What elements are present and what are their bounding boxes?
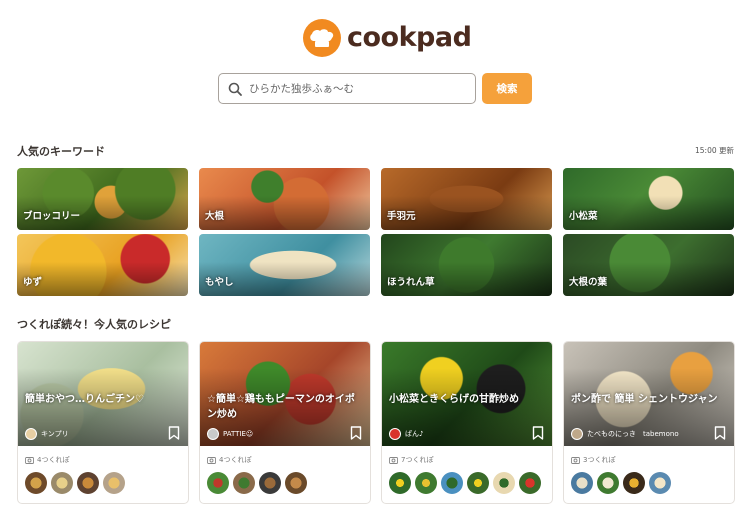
tsukurepo-thumbnail[interactable]: [441, 472, 463, 494]
recipe-image: 小松菜ときくらげの甘酢炒め ぱん♪: [382, 342, 552, 446]
tsukurepo-thumbnail[interactable]: [571, 472, 593, 494]
recipe-author[interactable]: キンプリ: [25, 428, 69, 440]
recipe-image: ポン酢で 簡単 シェントウジャン たべものにっき tabemono: [564, 342, 734, 446]
cookpad-logo[interactable]: cookpad: [303, 19, 472, 57]
search-box[interactable]: [218, 73, 476, 104]
popular-recipes-title: つくれぽ続々！今人気のレシピ: [17, 318, 171, 331]
tsukurepo-count: 7つくれぽ: [389, 455, 433, 465]
tsukurepo-count: 4つくれぽ: [207, 455, 251, 465]
avatar: [389, 428, 401, 440]
keyword-label: ブロッコリー: [23, 211, 81, 222]
keyword-tile-tebamoto[interactable]: 手羽元: [381, 168, 552, 230]
bookmark-icon[interactable]: [350, 426, 362, 440]
keyword-label: ほうれん草: [387, 277, 435, 288]
keyword-tile-daikon-leaves[interactable]: 大根の葉: [563, 234, 734, 296]
recipe-author[interactable]: ぱん♪: [389, 428, 423, 440]
tsukurepo-thumbnails: [25, 472, 129, 494]
tsukurepo-thumbnail[interactable]: [103, 472, 125, 494]
keyword-tile-daikon[interactable]: 大根: [199, 168, 370, 230]
camera-icon: [571, 457, 580, 464]
search-icon: [228, 82, 242, 96]
tsukurepo-thumbnail[interactable]: [77, 472, 99, 494]
tsukurepo-thumbnail[interactable]: [519, 472, 541, 494]
keyword-tile-komatsuna[interactable]: 小松菜: [563, 168, 734, 230]
recipe-card[interactable]: 簡単おやつ…りんごチン♡ キンプリ 4つくれぽ: [17, 341, 189, 504]
tsukurepo-count: 4つくれぽ: [25, 455, 69, 465]
tsukurepo-thumbnail[interactable]: [597, 472, 619, 494]
tsukurepo-label: 4つくれぽ: [37, 456, 70, 464]
avatar: [571, 428, 583, 440]
logo-text: cookpad: [347, 22, 472, 53]
keyword-tile-moyashi[interactable]: もやし: [199, 234, 370, 296]
tsukurepo-label: 3つくれぽ: [583, 456, 616, 464]
camera-icon: [389, 457, 398, 464]
keyword-label: 大根: [205, 211, 225, 222]
author-name: たべものにっき tabemono: [587, 430, 679, 438]
keyword-label: もやし: [205, 277, 234, 288]
tsukurepo-thumbnail[interactable]: [207, 472, 229, 494]
tsukurepo-thumbnails: [571, 472, 675, 494]
tsukurepo-thumbnails: [207, 472, 311, 494]
recipe-author[interactable]: たべものにっき tabemono: [571, 428, 679, 440]
keyword-label: ゆず: [23, 277, 43, 288]
avatar: [207, 428, 219, 440]
bookmark-icon[interactable]: [168, 426, 180, 440]
recipe-card[interactable]: 小松菜ときくらげの甘酢炒め ぱん♪ 7つくれぽ: [381, 341, 553, 504]
recipe-card-row: 簡単おやつ…りんごチン♡ キンプリ 4つくれぽ ☆簡単☆鶏ももピーマンのオイポン…: [17, 341, 735, 504]
tsukurepo-thumbnail[interactable]: [259, 472, 281, 494]
keyword-label: 大根の葉: [569, 277, 608, 288]
recipe-title: ☆簡単☆鶏ももピーマンのオイポン炒め: [207, 394, 355, 420]
keyword-tile-yuzu[interactable]: ゆず: [17, 234, 188, 296]
search-button[interactable]: 検索: [482, 73, 532, 104]
tsukurepo-thumbnail[interactable]: [25, 472, 47, 494]
recipe-author[interactable]: PATTIE☺: [207, 428, 253, 440]
keyword-label: 手羽元: [387, 211, 416, 222]
keyword-tile-broccoli[interactable]: ブロッコリー: [17, 168, 188, 230]
recipe-image: 簡単おやつ…りんごチン♡ キンプリ: [18, 342, 188, 446]
recipe-card[interactable]: ポン酢で 簡単 シェントウジャン たべものにっき tabemono 3つくれぽ: [563, 341, 735, 504]
tsukurepo-thumbnails: [389, 472, 545, 494]
author-name: キンプリ: [41, 430, 69, 438]
tsukurepo-thumbnail[interactable]: [649, 472, 671, 494]
keyword-label: 小松菜: [569, 211, 598, 222]
search-input[interactable]: [249, 82, 469, 95]
tsukurepo-thumbnail[interactable]: [467, 472, 489, 494]
recipe-card[interactable]: ☆簡単☆鶏ももピーマンのオイポン炒め PATTIE☺ 4つくれぽ: [199, 341, 371, 504]
tsukurepo-label: 4つくれぽ: [219, 456, 252, 464]
tsukurepo-count: 3つくれぽ: [571, 455, 615, 465]
tsukurepo-thumbnail[interactable]: [493, 472, 515, 494]
camera-icon: [207, 457, 216, 464]
popular-keywords-title: 人気のキーワード: [17, 145, 105, 158]
author-name: PATTIE☺: [223, 430, 254, 438]
keyword-tile-horenso[interactable]: ほうれん草: [381, 234, 552, 296]
tsukurepo-thumbnail[interactable]: [233, 472, 255, 494]
recipe-image: ☆簡単☆鶏ももピーマンのオイポン炒め PATTIE☺: [200, 342, 370, 446]
recipe-title: ポン酢で 簡単 シェントウジャン: [571, 394, 718, 405]
tsukurepo-thumbnail[interactable]: [285, 472, 307, 494]
avatar: [25, 428, 37, 440]
tsukurepo-thumbnail[interactable]: [51, 472, 73, 494]
tsukurepo-thumbnail[interactable]: [415, 472, 437, 494]
chef-hat-icon: [303, 19, 341, 57]
tsukurepo-label: 7つくれぽ: [401, 456, 434, 464]
author-name: ぱん♪: [405, 430, 424, 438]
recipe-title: 簡単おやつ…りんごチン♡: [25, 394, 144, 405]
keyword-grid: ブロッコリー 大根 手羽元 小松菜 ゆず もやし ほうれん草 大根の葉: [17, 168, 735, 296]
bookmark-icon[interactable]: [714, 426, 726, 440]
recipe-title: 小松菜ときくらげの甘酢炒め: [389, 394, 519, 405]
tsukurepo-thumbnail[interactable]: [623, 472, 645, 494]
camera-icon: [25, 457, 34, 464]
update-time: 15:00 更新: [695, 146, 734, 155]
tsukurepo-thumbnail[interactable]: [389, 472, 411, 494]
bookmark-icon[interactable]: [532, 426, 544, 440]
